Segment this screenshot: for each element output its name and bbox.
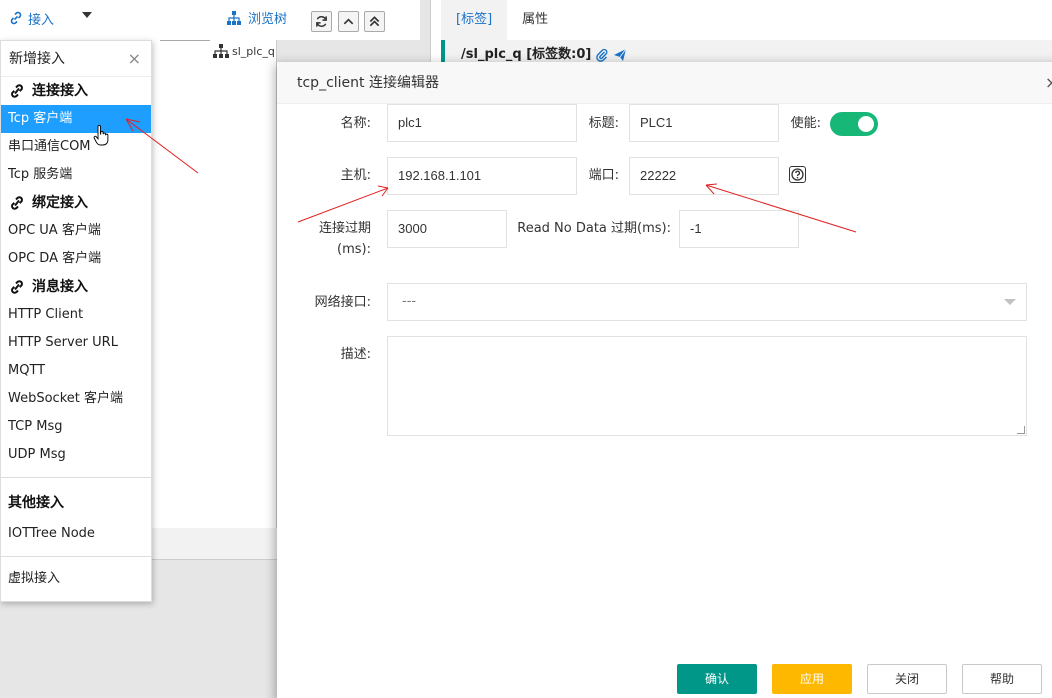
section-connection: 连接接入 — [1, 77, 151, 105]
timeout-input[interactable]: 3000 — [387, 210, 507, 248]
title-input[interactable]: PLC1 — [629, 104, 779, 142]
link-icon — [11, 280, 23, 294]
help-question-icon[interactable] — [789, 166, 806, 183]
refresh-button[interactable] — [311, 11, 332, 32]
sitemap-icon — [213, 44, 229, 58]
tree-divider — [160, 40, 210, 41]
enable-label: 使能: — [790, 116, 821, 131]
tree-node-sl-plc-q[interactable]: sl_plc_q — [212, 43, 275, 59]
right-tabs: [标签] 属性 — [441, 0, 563, 40]
close-button[interactable]: 关闭 — [867, 664, 947, 694]
host-label: 主机: — [340, 168, 371, 183]
menu-item-tcp-server[interactable]: Tcp 服务端 — [1, 161, 151, 189]
section-message-title: 消息接入 — [32, 279, 88, 295]
menu-header: 新增接入 × — [1, 41, 151, 77]
browse-tree-button[interactable]: 浏览树 — [226, 8, 287, 27]
connect-dropdown-caret-icon[interactable] — [82, 12, 92, 18]
tcp-client-editor-dialog: tcp_client 连接编辑器 × 名称: plc1 标题: PLC1 使能:… — [277, 62, 1052, 698]
port-label: 端口: — [588, 168, 619, 183]
menu-item-http-server-url[interactable]: HTTP Server URL — [1, 329, 151, 357]
description-label: 描述: — [340, 347, 371, 362]
section-message: 消息接入 — [1, 273, 151, 301]
tab-tags[interactable]: [标签] — [441, 0, 508, 40]
menu-item-tcp-msg[interactable]: TCP Msg — [1, 413, 151, 441]
port-input[interactable]: 22222 — [629, 157, 779, 195]
menu-item-opc-da[interactable]: OPC DA 客户端 — [1, 245, 151, 273]
menu-divider — [1, 477, 151, 478]
connect-button[interactable]: 接入 — [8, 8, 54, 28]
question-circle-icon — [791, 168, 804, 181]
link-icon — [11, 196, 23, 210]
enable-toggle[interactable] — [830, 112, 878, 136]
section-other-title: 其他接入 — [8, 495, 64, 511]
connect-label: 接入 — [28, 12, 55, 28]
move-top-button[interactable] — [364, 11, 385, 32]
timeout-label-2: (ms): — [337, 242, 371, 257]
menu-divider — [1, 556, 151, 557]
description-textarea[interactable] — [387, 336, 1027, 436]
move-up-button[interactable] — [338, 11, 359, 32]
menu-item-virtual[interactable]: 虚拟接入 — [1, 565, 151, 593]
section-other: 其他接入 — [1, 486, 151, 520]
chevron-down-icon — [1004, 299, 1016, 305]
double-chevron-up-icon — [369, 16, 380, 27]
host-input[interactable]: 192.168.1.101 — [387, 157, 577, 195]
right-pane: [标签] 属性 /sl_plc_q [标签数:0] — [430, 0, 1052, 70]
hand-pointer-icon — [93, 125, 109, 146]
dialog-title: tcp_client 连接编辑器 — [297, 75, 439, 91]
network-interface-value: --- — [402, 294, 417, 309]
paper-plane-icon[interactable] — [613, 48, 627, 62]
tab-properties[interactable]: 属性 — [507, 0, 563, 40]
network-interface-select[interactable]: --- — [387, 283, 1027, 321]
add-connector-menu: 新增接入 × 连接接入 Tcp 客户端 串口通信COM Tcp 服务端 绑定接入… — [0, 40, 152, 602]
resize-grip-icon[interactable] — [1017, 426, 1025, 434]
browse-tree-label: 浏览树 — [248, 12, 288, 27]
menu-title: 新增接入 — [9, 51, 65, 67]
name-label: 名称: — [340, 116, 371, 131]
paperclip-icon[interactable] — [595, 48, 609, 62]
menu-item-serial-com[interactable]: 串口通信COM — [1, 133, 151, 161]
title-label: 标题: — [588, 116, 619, 131]
menu-item-mqtt[interactable]: MQTT — [1, 357, 151, 385]
timeout-label-1: 连接过期 — [318, 221, 371, 236]
dialog-title-bar: tcp_client 连接编辑器 × — [277, 62, 1052, 104]
network-interface-label: 网络接口: — [314, 295, 371, 310]
confirm-button[interactable]: 确认 — [677, 664, 757, 694]
read-no-data-input[interactable]: -1 — [679, 210, 799, 248]
link-icon — [10, 11, 22, 25]
menu-item-http-client[interactable]: HTTP Client — [1, 301, 151, 329]
menu-item-iottree-node[interactable]: IOTTree Node — [1, 520, 151, 548]
section-binding: 绑定接入 — [1, 189, 151, 217]
menu-item-websocket-client[interactable]: WebSocket 客户端 — [1, 385, 151, 413]
sitemap-icon — [227, 10, 241, 25]
link-icon — [11, 84, 23, 98]
dialog-close-icon[interactable]: × — [1045, 62, 1052, 104]
refresh-icon — [316, 16, 327, 27]
menu-item-udp-msg[interactable]: UDP Msg — [1, 441, 151, 469]
help-button[interactable]: 帮助 — [962, 664, 1042, 694]
menu-item-opc-ua[interactable]: OPC UA 客户端 — [1, 217, 151, 245]
name-input[interactable]: plc1 — [387, 104, 577, 142]
apply-button[interactable]: 应用 — [772, 664, 852, 694]
tree-node-label: sl_plc_q — [232, 44, 275, 58]
chevron-up-icon — [343, 18, 354, 25]
section-binding-title: 绑定接入 — [32, 195, 88, 211]
menu-item-tcp-client[interactable]: Tcp 客户端 — [1, 105, 151, 133]
toggle-knob — [858, 116, 874, 132]
menu-close-icon[interactable]: × — [128, 41, 141, 77]
read-no-data-label: Read No Data 过期(ms): — [517, 221, 671, 236]
top-toolbar: 接入 浏览树 — [0, 0, 420, 40]
section-connection-title: 连接接入 — [32, 83, 88, 99]
